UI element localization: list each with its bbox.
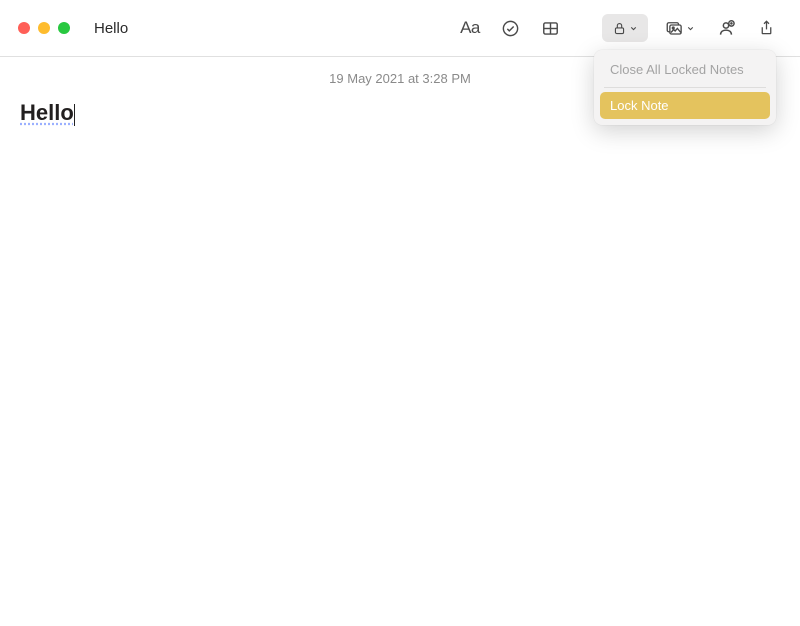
chevron-down-icon [629, 24, 638, 33]
text-cursor [74, 104, 76, 126]
photo-icon [664, 19, 684, 37]
checkmark-circle-icon [501, 19, 520, 38]
window-title: Hello [94, 20, 128, 37]
format-button[interactable]: Aa [454, 14, 486, 42]
table-button[interactable] [534, 14, 566, 42]
lock-dropdown-menu: Close All Locked Notes Lock Note [594, 50, 776, 125]
fullscreen-window-button[interactable] [58, 22, 70, 34]
lock-note-item[interactable]: Lock Note [600, 92, 770, 119]
minimize-window-button[interactable] [38, 22, 50, 34]
format-aa-icon: Aa [460, 18, 480, 38]
dropdown-separator [604, 87, 766, 88]
person-add-icon [716, 18, 736, 38]
chevron-down-icon [686, 24, 695, 33]
note-title[interactable]: Hello [20, 100, 74, 126]
traffic-lights [18, 22, 70, 34]
close-all-locked-notes-item: Close All Locked Notes [600, 56, 770, 83]
share-icon [758, 18, 775, 38]
toolbar: Hello Aa [0, 0, 800, 57]
lock-dropdown-button[interactable] [602, 14, 648, 42]
collaborate-button[interactable] [710, 14, 742, 42]
table-icon [541, 19, 560, 38]
checklist-button[interactable] [494, 14, 526, 42]
media-dropdown-button[interactable] [656, 14, 702, 42]
close-window-button[interactable] [18, 22, 30, 34]
share-button[interactable] [750, 14, 782, 42]
lock-icon [612, 20, 627, 37]
